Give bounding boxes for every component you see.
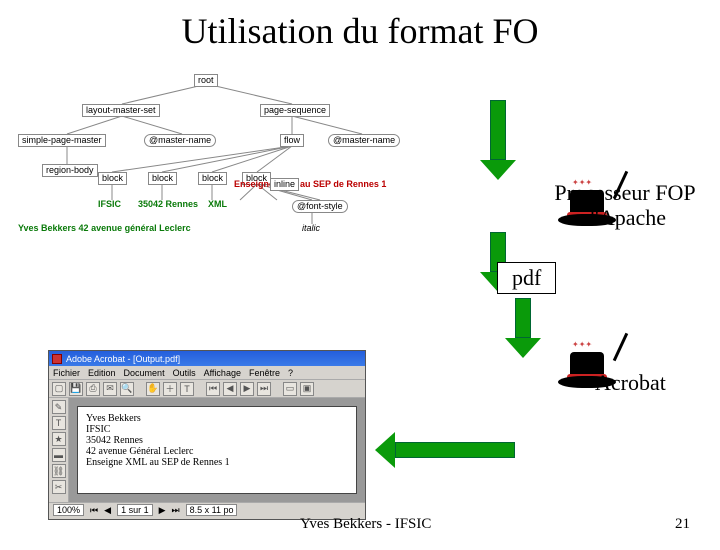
pdf-box: pdf [497, 262, 556, 294]
text-xml: XML [208, 200, 227, 209]
acrobat-title-text: Adobe Acrobat - [Output.pdf] [66, 354, 180, 364]
status-nav-last-icon[interactable]: ⏭ [172, 505, 180, 516]
tb-mail-icon[interactable]: ✉ [103, 382, 117, 396]
fop-label: Processeur FOP d'Apache [540, 180, 710, 231]
attr-font-style: @font-style [292, 200, 348, 213]
footer-author: Yves Bekkers - IFSIC [300, 516, 431, 533]
fo-tree-diagram: root layout-master-set page-sequence sim… [12, 72, 442, 242]
pal-crop-icon[interactable]: ✂ [52, 480, 66, 494]
node-simple-page-master: simple-page-master [18, 134, 106, 147]
menu-document[interactable]: Document [124, 368, 165, 378]
node-layout-master-set: layout-master-set [82, 104, 160, 117]
text-sep: au SEP de Rennes 1 [300, 180, 386, 189]
attr-master-name-2: @master-name [328, 134, 400, 147]
acrobat-tool-palette: ✎ T ★ ▬ ⛓ ✂ [49, 398, 69, 502]
tb-prev-icon[interactable]: ◀ [223, 382, 237, 396]
node-block-1: block [98, 172, 127, 185]
node-block-3: block [198, 172, 227, 185]
node-inline: inline [270, 178, 299, 191]
pal-note-icon[interactable]: ✎ [52, 400, 66, 414]
menu-fichier[interactable]: Fichier [53, 368, 80, 378]
doc-line-1: Yves Bekkers [86, 413, 348, 424]
menu-outils[interactable]: Outils [173, 368, 196, 378]
pal-text-icon[interactable]: T [52, 416, 66, 430]
menu-help[interactable]: ? [288, 368, 293, 378]
status-nav-first-icon[interactable]: ⏮ [90, 505, 98, 516]
text-ifisic: IFSIC [98, 200, 121, 209]
tb-text-icon[interactable]: T [180, 382, 194, 396]
acrobat-app-icon [52, 354, 62, 364]
text-font-style-val: italic [302, 224, 320, 233]
arrow-to-acrobat-hat-head [505, 338, 541, 358]
status-zoom[interactable]: 100% [53, 504, 84, 516]
acrobat-titlebar: Adobe Acrobat - [Output.pdf] [49, 351, 365, 366]
doc-line-4: 42 avenue Général Leclerc [86, 446, 348, 457]
tb-last-icon[interactable]: ⏭ [257, 382, 271, 396]
node-block-2: block [148, 172, 177, 185]
doc-line-5: Enseigne XML au SEP de Rennes 1 [86, 457, 348, 468]
acrobat-page-area: Yves Bekkers IFSIC 35042 Rennes 42 avenu… [69, 398, 365, 502]
footer-page-number: 21 [675, 516, 690, 533]
tb-next-icon[interactable]: ▶ [240, 382, 254, 396]
arrow-to-window-head [375, 432, 395, 468]
pal-link-icon[interactable]: ⛓ [52, 464, 66, 478]
status-size: 8.5 x 11 po [186, 504, 238, 516]
node-region-body: region-body [42, 164, 98, 177]
text-addr: 35042 Rennes [138, 200, 198, 209]
arrow-to-fop-head [480, 160, 516, 180]
tb-search-icon[interactable]: 🔍 [120, 382, 134, 396]
node-page-sequence: page-sequence [260, 104, 330, 117]
tb-zoomin-icon[interactable]: ＋ [163, 382, 177, 396]
doc-line-3: 35042 Rennes [86, 435, 348, 446]
attr-master-name-1: @master-name [144, 134, 216, 147]
tb-save-icon[interactable]: 💾 [69, 382, 83, 396]
doc-line-2: IFSIC [86, 424, 348, 435]
node-root: root [194, 74, 218, 87]
tb-print-icon[interactable]: ⎙ [86, 382, 100, 396]
acrobat-label: Acrobat [595, 370, 666, 395]
slide-title: Utilisation du format FO [0, 10, 720, 52]
text-teach: Enseigne [234, 180, 274, 189]
acrobat-window: Adobe Acrobat - [Output.pdf] Fichier Edi… [48, 350, 366, 520]
status-page: 1 sur 1 [117, 504, 153, 516]
menu-fenetre[interactable]: Fenêtre [249, 368, 280, 378]
arrow-to-acrobat-hat [515, 298, 531, 338]
pal-stamp-icon[interactable]: ★ [52, 432, 66, 446]
node-flow: flow [280, 134, 304, 147]
tb-hand-icon[interactable]: ✋ [146, 382, 160, 396]
tb-fit-icon[interactable]: ▭ [283, 382, 297, 396]
pal-highlight-icon[interactable]: ▬ [52, 448, 66, 462]
tb-open-icon[interactable]: ▢ [52, 382, 66, 396]
acrobat-document: Yves Bekkers IFSIC 35042 Rennes 42 avenu… [77, 406, 357, 494]
acrobat-menubar[interactable]: Fichier Edition Document Outils Affichag… [49, 366, 365, 380]
acrobat-toolbar: ▢ 💾 ⎙ ✉ 🔍 ✋ ＋ T ⏮ ◀ ▶ ⏭ ▭ ▣ [49, 380, 365, 398]
menu-affichage[interactable]: Affichage [204, 368, 241, 378]
acrobat-statusbar: 100% ⏮ ◀ 1 sur 1 ▶ ⏭ 8.5 x 11 po [49, 502, 365, 517]
status-nav-next-icon[interactable]: ▶ [159, 505, 166, 516]
tb-actual-icon[interactable]: ▣ [300, 382, 314, 396]
menu-edition[interactable]: Edition [88, 368, 116, 378]
arrow-to-window [395, 442, 515, 458]
tb-first-icon[interactable]: ⏮ [206, 382, 220, 396]
text-author-line: Yves Bekkers 42 avenue général Leclerc [18, 224, 191, 233]
arrow-to-fop [490, 100, 506, 160]
status-nav-prev-icon[interactable]: ◀ [104, 505, 111, 516]
